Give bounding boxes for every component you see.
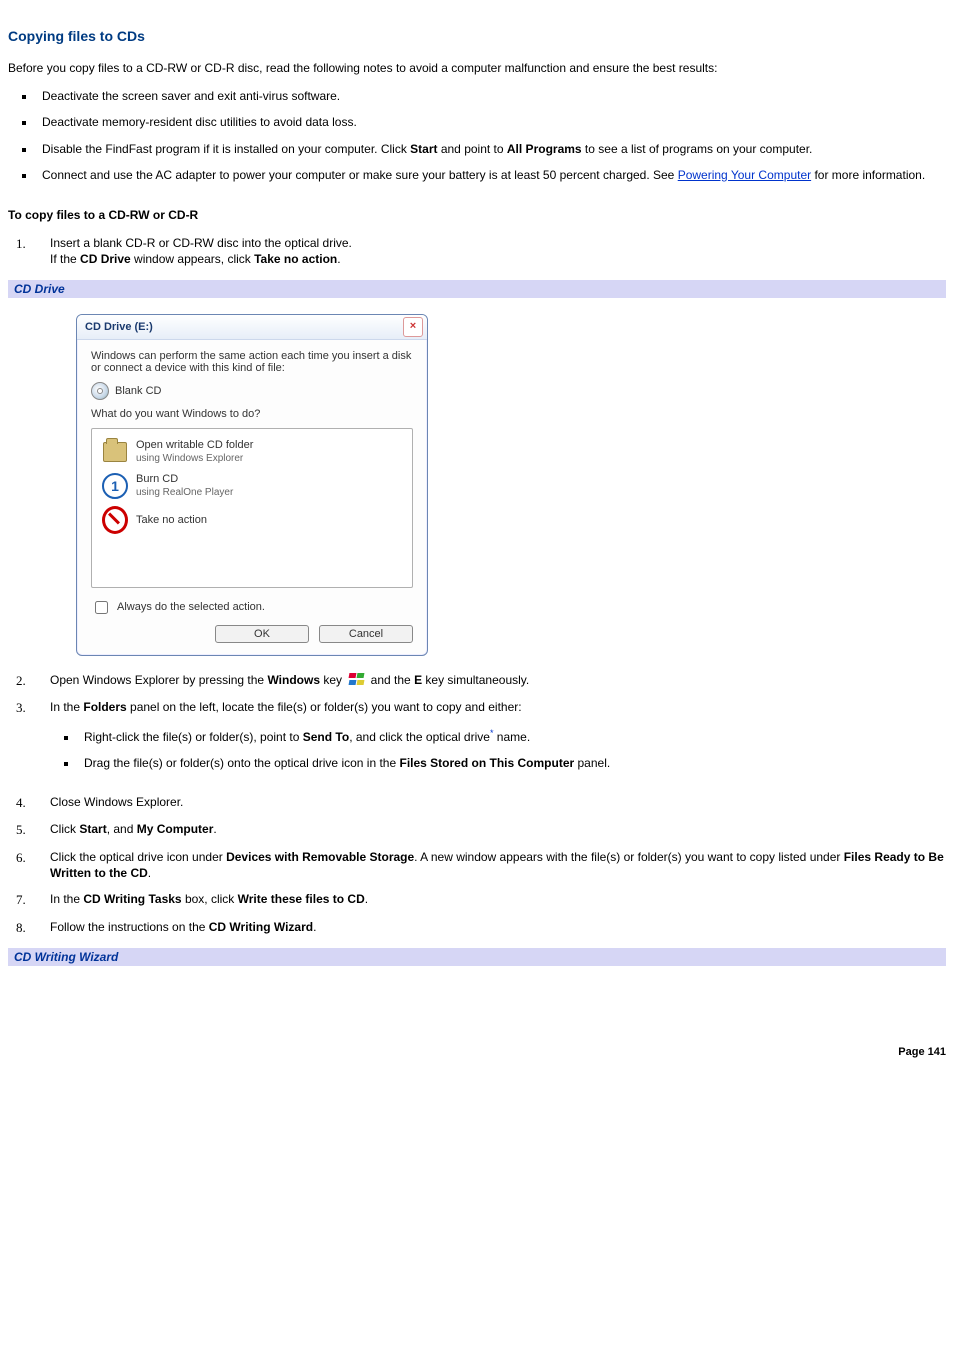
list-item: Deactivate the screen saver and exit ant…: [36, 88, 946, 104]
dialog-question: What do you want Windows to do?: [91, 408, 413, 420]
steps-list-cont: 2. Open Windows Explorer by pressing the…: [8, 672, 946, 937]
figure-caption-cd-writing-wizard: CD Writing Wizard: [8, 948, 946, 966]
step-8: 8. Follow the instructions on the CD Wri…: [8, 919, 946, 937]
cd-drive-dialog-figure: CD Drive (E:) × Windows can perform the …: [76, 314, 946, 656]
step-7: 7. In the CD Writing Tasks box, click Wr…: [8, 891, 946, 909]
action-listbox[interactable]: Open writable CD folderusing Windows Exp…: [91, 428, 413, 588]
procedure-heading: To copy files to a CD-RW or CD-R: [8, 207, 946, 223]
always-do-checkbox-row[interactable]: Always do the selected action.: [91, 598, 413, 617]
cancel-button[interactable]: Cancel: [319, 625, 413, 643]
always-do-checkbox[interactable]: [95, 601, 108, 614]
close-icon[interactable]: ×: [403, 317, 423, 337]
step-4: 4. Close Windows Explorer.: [8, 794, 946, 812]
figure-caption-cd-drive: CD Drive: [8, 280, 946, 298]
step-2: 2. Open Windows Explorer by pressing the…: [8, 672, 946, 690]
section-heading: Copying files to CDs: [8, 28, 946, 44]
step-5: 5. Click Start, and My Computer.: [8, 821, 946, 839]
list-item: Drag the file(s) or folder(s) onto the o…: [78, 755, 946, 771]
windows-key-icon: [347, 673, 365, 687]
intro-paragraph: Before you copy files to a CD-RW or CD-R…: [8, 60, 946, 76]
page-number: Page 141: [8, 1046, 946, 1058]
dialog-title: CD Drive (E:): [85, 321, 153, 333]
dialog-message: Windows can perform the same action each…: [91, 350, 413, 374]
list-item: Right-click the file(s) or folder(s), po…: [78, 727, 946, 745]
realone-icon: 1: [102, 473, 128, 499]
list-item: Connect and use the AC adapter to power …: [36, 167, 946, 183]
folder-icon: [103, 442, 127, 462]
no-action-icon: [102, 506, 128, 534]
step-1: 1. Insert a blank CD-R or CD-RW disc int…: [8, 235, 946, 267]
ok-button[interactable]: OK: [215, 625, 309, 643]
disc-label: Blank CD: [115, 385, 161, 397]
list-item: Deactivate memory-resident disc utilitie…: [36, 114, 946, 130]
cd-drive-dialog: CD Drive (E:) × Windows can perform the …: [76, 314, 428, 656]
step-3: 3. In the Folders panel on the left, loc…: [8, 699, 946, 784]
step-3-sublist: Right-click the file(s) or folder(s), po…: [50, 727, 946, 771]
action-take-no-action[interactable]: Take no action: [96, 503, 408, 537]
notes-list: Deactivate the screen saver and exit ant…: [8, 88, 946, 183]
action-burn-cd[interactable]: 1 Burn CDusing RealOne Player: [96, 469, 408, 503]
steps-list: 1. Insert a blank CD-R or CD-RW disc int…: [8, 235, 946, 267]
cd-icon: [91, 382, 109, 400]
list-item: Disable the FindFast program if it is in…: [36, 141, 946, 157]
powering-your-computer-link[interactable]: Powering Your Computer: [678, 168, 811, 182]
action-open-folder[interactable]: Open writable CD folderusing Windows Exp…: [96, 435, 408, 469]
step-6: 6. Click the optical drive icon under De…: [8, 849, 946, 881]
